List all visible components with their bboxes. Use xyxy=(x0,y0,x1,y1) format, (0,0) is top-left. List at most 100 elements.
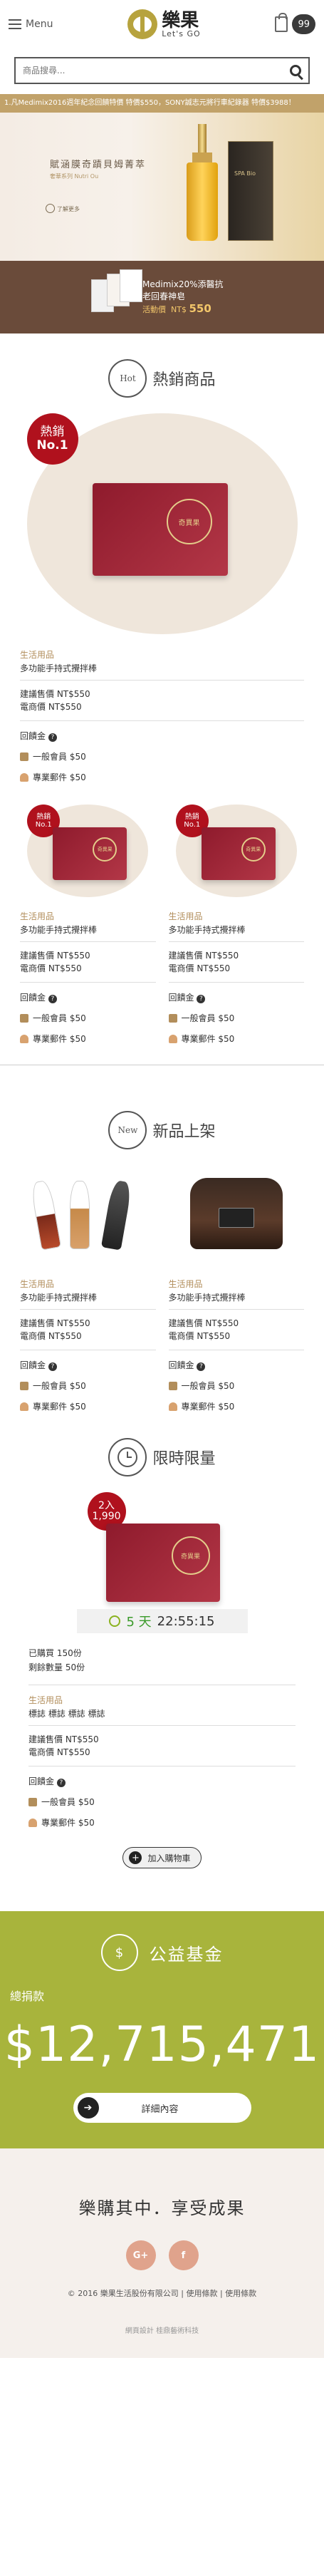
product-image[interactable]: 2入 1,990 奇異果 xyxy=(87,1492,237,1606)
charity-fund-section: $ 公益基金 總捐款 $12,715,471 ➔ 詳細內容 xyxy=(0,1911,324,2148)
hot-products-grid: 熱銷 No.1 奇異果 生活用品 多功能手持式攪拌棒 建議售價 NT$550 電… xyxy=(0,805,324,1045)
gift-box-image: 奇異果 xyxy=(92,483,228,576)
cart-button[interactable]: 99 xyxy=(275,13,315,34)
sold-count: 已購買 150份 xyxy=(28,1648,82,1658)
help-icon[interactable]: ? xyxy=(56,1779,66,1787)
member-icon xyxy=(168,1381,177,1390)
product-category: 生活用品 xyxy=(168,911,203,921)
copyright-text[interactable]: © 2016 樂果生活股份有限公司 | 使用條款 | 使用條款 xyxy=(0,2287,324,2299)
new-products-grid: 生活用品 多功能手持式攪拌棒 建議售價 NT$550 電商價 NT$550 回饋… xyxy=(0,1165,324,1412)
member-icon xyxy=(20,1381,28,1390)
rice-cooker-image[interactable] xyxy=(169,1165,304,1265)
rank-badge: 熱銷 No.1 xyxy=(26,413,78,465)
suggested-price: 建議售價 NT$550 xyxy=(168,1318,239,1328)
google-plus-icon[interactable]: G+ xyxy=(125,2240,156,2270)
product-card[interactable]: 生活用品 多功能手持式攪拌棒 建議售價 NT$550 電商價 NT$550 回饋… xyxy=(168,1165,304,1412)
promo-line-1: Medimix20%添醫抗 xyxy=(142,279,224,289)
product-card[interactable]: 熱銷 No.1 奇異果 生活用品 多功能手持式攪拌棒 建議售價 NT$550 電… xyxy=(20,805,156,1045)
clock-icon xyxy=(108,1438,147,1476)
product-box-image: SPA Bio xyxy=(228,141,273,241)
banner-more-link[interactable]: 了解更多 xyxy=(46,204,80,213)
timed-section-title: 限時限量 xyxy=(152,1450,216,1468)
product-card[interactable]: 熱銷 No.1 奇異果 生活用品 多功能手持式攪拌棒 建議售價 NT$550 電… xyxy=(168,805,304,1045)
help-icon[interactable]: ? xyxy=(48,995,57,1003)
new-products-section: New 新品上架 生活用品 多功能手持式攪拌棒 建議售價 NT$550 電商價 … xyxy=(0,1085,324,1412)
menu-button[interactable]: Menu xyxy=(9,19,53,30)
member-price: 電商價 NT$550 xyxy=(168,963,231,973)
member-icon xyxy=(28,1797,37,1806)
help-icon[interactable]: ? xyxy=(197,1362,206,1371)
hot-badge-icon: Hot xyxy=(108,359,147,398)
suggested-price: 建議售價 NT$550 xyxy=(168,951,239,961)
search-input[interactable] xyxy=(23,66,246,76)
help-icon[interactable]: ? xyxy=(48,733,57,742)
product-name[interactable]: 多功能手持式攪拌棒 xyxy=(168,924,304,942)
hot-section-title: 熱銷商品 xyxy=(152,371,216,389)
vip-icon xyxy=(20,1402,28,1411)
designer-credit[interactable]: 網頁設計 桂鼎藝術科技 xyxy=(0,2324,324,2335)
footer-slogan: 樂購其中．享受成果 xyxy=(78,2198,246,2218)
vip-icon xyxy=(20,1034,28,1043)
horn-cups-image[interactable] xyxy=(20,1165,155,1265)
product-name[interactable]: 多功能手持式攪拌棒 xyxy=(20,662,304,681)
vip-icon xyxy=(28,1818,37,1827)
charity-title: 公益基金 xyxy=(149,1944,224,1965)
social-links: G+ f xyxy=(0,2240,324,2270)
product-name[interactable]: 多功能手持式攪拌棒 xyxy=(20,1291,156,1310)
product-name[interactable]: 多功能手持式攪拌棒 xyxy=(168,1291,304,1310)
help-icon[interactable]: ? xyxy=(48,1362,57,1371)
vip-icon xyxy=(20,772,28,782)
gift-box-image: 奇異果 xyxy=(53,827,127,880)
site-header: Menu 樂果 Let's GO 99 xyxy=(0,0,324,48)
product-category: 生活用品 xyxy=(20,650,55,660)
hero-banner[interactable]: 賦涵膜奇蹟貝姆菁萃 奢華系列 Nutri Ou 了解更多 SPA Bio xyxy=(0,113,324,261)
suggested-price: 建議售價 NT$550 xyxy=(20,1318,90,1328)
charity-header: $ 公益基金 xyxy=(0,1934,324,1971)
member-price: 電商價 NT$550 xyxy=(20,1331,82,1341)
new-badge-icon: New xyxy=(108,1111,147,1149)
search-bar xyxy=(0,48,324,94)
promo-banner[interactable]: Medimix20%添醫抗 老回春神皂 活動價 NT$ 550 xyxy=(0,261,324,333)
countdown-timer: 5 天 22:55:15 xyxy=(76,1609,248,1633)
facebook-icon[interactable]: f xyxy=(168,2240,199,2270)
help-icon[interactable]: ? xyxy=(197,995,206,1003)
logo-text-zh: 樂果 xyxy=(162,9,199,31)
product-image[interactable]: 熱銷 No.1 奇異果 xyxy=(175,805,297,897)
product-image[interactable]: 熱銷 No.1 奇異果 xyxy=(27,805,149,897)
serum-bottle-image xyxy=(187,124,218,241)
soap-packs-image xyxy=(91,269,142,315)
product-card[interactable]: 生活用品 多功能手持式攪拌棒 建議售價 NT$550 電商價 NT$550 回饋… xyxy=(20,1165,156,1412)
product-category: 生活用品 xyxy=(20,911,55,921)
hamburger-icon xyxy=(9,19,21,29)
search-icon[interactable] xyxy=(290,65,301,76)
details-button[interactable]: ➔ 詳細內容 xyxy=(73,2093,251,2123)
menu-label: Menu xyxy=(26,19,53,30)
product-name[interactable]: 標誌 標誌 標誌 標誌 xyxy=(28,1707,296,1726)
banner-subtitle: 奢華系列 Nutri Ou xyxy=(50,173,99,180)
plus-icon: + xyxy=(129,1851,142,1864)
announcement-marquee[interactable]: 1.凡Medimix2016週年紀念回饋特價 特價$550，SONY誠志元將行車… xyxy=(0,94,324,113)
timed-offer-section: 限時限量 2入 1,990 奇異果 5 天 22:55:15 已購買 150份 … xyxy=(0,1412,324,1868)
add-to-cart-button[interactable]: + 加入購物車 xyxy=(122,1847,202,1868)
timed-section-header: 限時限量 xyxy=(0,1412,324,1492)
countdown-time: 22:55:15 xyxy=(157,1613,215,1629)
donation-total: $12,715,471 xyxy=(4,2017,320,2073)
vip-icon xyxy=(168,1034,177,1043)
product-name[interactable]: 多功能手持式攪拌棒 xyxy=(20,924,156,942)
member-icon xyxy=(168,1013,177,1023)
heart-dollar-icon: $ xyxy=(100,1934,138,1971)
new-section-header: New 新品上架 xyxy=(0,1085,324,1165)
product-image[interactable]: 熱銷 No.1 奇異果 xyxy=(26,413,298,634)
suggested-price: 建議售價 NT$550 xyxy=(20,951,90,961)
cart-count-badge: 99 xyxy=(292,14,315,34)
product-category: 生活用品 xyxy=(28,1695,63,1705)
promo-line-2: 老回春神皂 xyxy=(142,291,186,301)
promo-price: 活動價 NT$ 550 xyxy=(142,302,211,315)
member-price: 電商價 NT$550 xyxy=(168,1331,231,1341)
hot-main-product[interactable]: 熱銷 No.1 奇異果 生活用品 多功能手持式攪拌棒 建議售價 NT$550 電… xyxy=(0,413,324,783)
site-logo[interactable]: 樂果 Let's GO xyxy=(127,9,200,39)
countdown-icon xyxy=(109,1615,121,1627)
promo-text: Medimix20%添醫抗 老回春神皂 活動價 NT$ 550 xyxy=(142,279,224,316)
new-section-title: 新品上架 xyxy=(152,1123,216,1141)
product-prices: 建議售價 NT$550 電商價 NT$550 xyxy=(20,681,304,721)
